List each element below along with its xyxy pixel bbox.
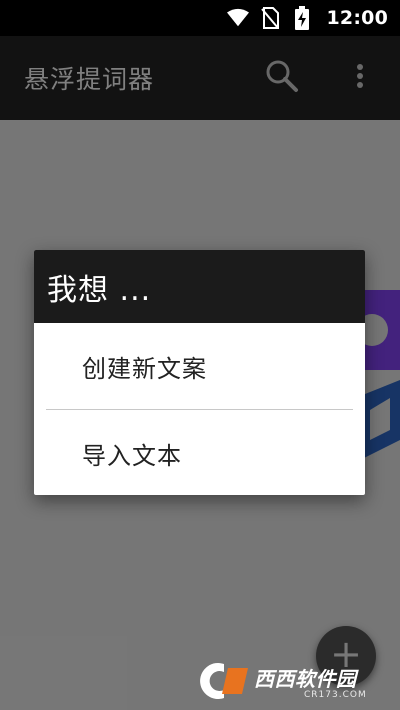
wifi-icon	[226, 7, 249, 29]
watermark-text: 西西软件园	[254, 666, 357, 691]
watermark-site: CR173.COM	[304, 689, 367, 700]
battery-charging-icon	[291, 6, 313, 30]
choice-dialog: 我想 ... 创建新文案 导入文本	[34, 250, 365, 495]
create-new-script-option[interactable]: 创建新文案	[34, 323, 365, 409]
status-bar: 12:00	[0, 0, 400, 36]
app-screen: 12:00 悬浮提词器 + 我想 ... 创建新文案 导入文本 西西软件园 CR…	[0, 0, 400, 710]
appbar-scrim	[0, 36, 400, 120]
watermark-logo-icon	[200, 663, 248, 699]
option-label: 创建新文案	[82, 354, 207, 383]
dialog-title: 我想 ...	[34, 250, 365, 323]
option-label: 导入文本	[82, 441, 182, 470]
no-sim-icon	[259, 7, 281, 29]
status-time: 12:00	[326, 7, 388, 29]
watermark: 西西软件园 CR173.COM	[198, 660, 382, 702]
import-text-option[interactable]: 导入文本	[34, 410, 365, 495]
